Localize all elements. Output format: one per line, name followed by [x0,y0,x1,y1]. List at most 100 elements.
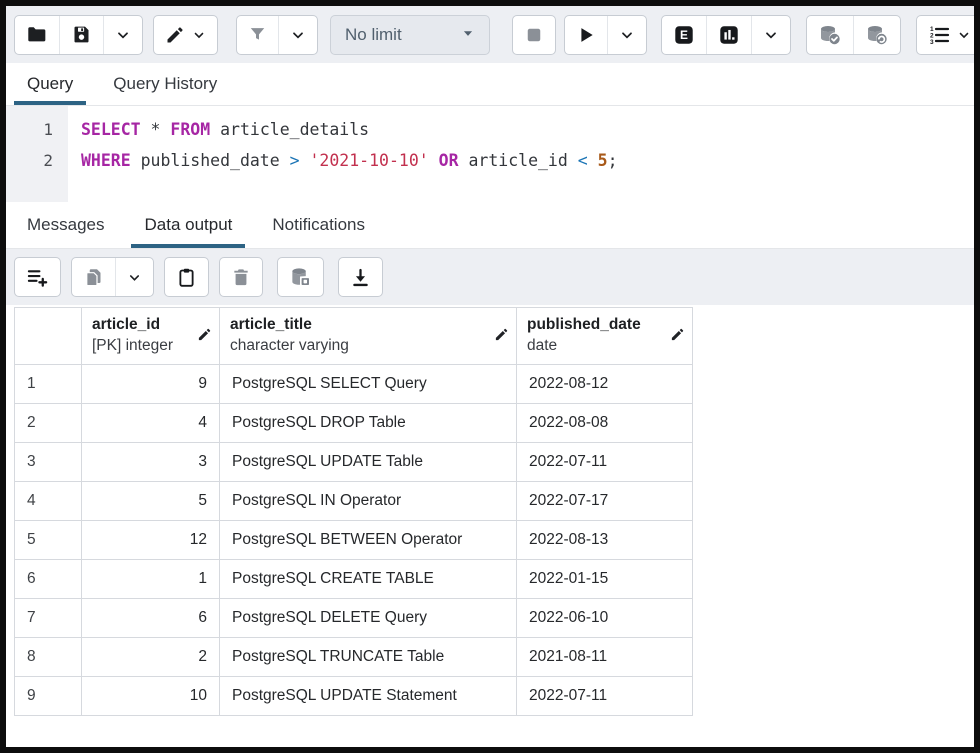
add-row-button[interactable] [15,258,60,296]
row-number-cell[interactable]: 4 [15,482,82,521]
macros-button[interactable]: 123 [917,16,980,54]
article-id-cell[interactable]: 12 [82,521,220,560]
copy-button[interactable] [72,258,115,296]
article-id-cell[interactable]: 2 [82,638,220,677]
line-number: 2 [6,145,53,176]
article-title-cell[interactable]: PostgreSQL UPDATE Statement [220,677,517,716]
article-id-cell[interactable]: 4 [82,404,220,443]
paste-icon [176,267,197,288]
tab-query[interactable]: Query [14,63,86,105]
execute-dropdown-button[interactable] [607,16,646,54]
column-header-published-date[interactable]: published_date date [517,308,693,365]
article-title-cell[interactable]: PostgreSQL CREATE TABLE [220,560,517,599]
edit-dropdown-button[interactable] [154,16,217,54]
row-number-cell[interactable]: 1 [15,365,82,404]
published-date-cell[interactable]: 2022-01-15 [517,560,693,599]
row-number-cell[interactable]: 2 [15,404,82,443]
save-dropdown-button[interactable] [103,16,142,54]
article-title-cell[interactable]: PostgreSQL DROP Table [220,404,517,443]
edit-column-button[interactable] [197,327,212,345]
stop-button[interactable] [513,16,555,54]
edit-column-button[interactable] [494,327,509,345]
published-date-cell[interactable]: 2022-07-11 [517,443,693,482]
line-number: 1 [6,114,53,145]
article-title-cell[interactable]: PostgreSQL TRUNCATE Table [220,638,517,677]
article-id-cell[interactable]: 3 [82,443,220,482]
save-file-button[interactable] [59,16,103,54]
published-date-cell[interactable]: 2021-08-11 [517,638,693,677]
row-number-cell[interactable]: 8 [15,638,82,677]
edit-column-button[interactable] [670,327,685,345]
row-number-cell[interactable]: 6 [15,560,82,599]
table-row: 1 9 PostgreSQL SELECT Query 2022-08-12 [15,365,693,404]
article-title-cell[interactable]: PostgreSQL BETWEEN Operator [220,521,517,560]
sql-code-area[interactable]: SELECT * FROM article_details WHERE publ… [68,106,974,202]
published-date-cell[interactable]: 2022-08-13 [517,521,693,560]
explain-analyze-button[interactable] [706,16,751,54]
editor-tab-bar: Query Query History [6,63,974,106]
tab-query-history[interactable]: Query History [100,63,230,105]
sql-token: '2021-10-10' [310,151,429,170]
grid-body: 1 9 PostgreSQL SELECT Query 2022-08-12 2… [15,365,693,716]
article-id-cell[interactable]: 6 [82,599,220,638]
published-date-cell[interactable]: 2022-07-11 [517,677,693,716]
chevron-down-icon [957,28,971,42]
execute-button[interactable] [565,16,607,54]
article-id-cell[interactable]: 9 [82,365,220,404]
row-number-cell[interactable]: 7 [15,599,82,638]
filter-button[interactable] [237,16,278,54]
macro-button-group: 123 [916,15,980,55]
svg-text:3: 3 [930,39,934,46]
open-file-button[interactable] [15,16,59,54]
filter-icon [248,25,267,44]
article-id-cell[interactable]: 1 [82,560,220,599]
article-id-cell[interactable]: 10 [82,677,220,716]
save-data-button[interactable] [278,258,323,296]
article-id-cell[interactable]: 5 [82,482,220,521]
article-title-cell[interactable]: PostgreSQL SELECT Query [220,365,517,404]
tab-notifications-label: Notifications [272,215,365,235]
svg-text:E: E [680,28,688,42]
article-title-cell[interactable]: PostgreSQL DELETE Query [220,599,517,638]
tab-notifications[interactable]: Notifications [259,202,378,248]
download-group [338,257,383,297]
paste-button[interactable] [165,258,208,296]
explain-dropdown-button[interactable] [751,16,790,54]
commit-icon [818,23,842,47]
filter-dropdown-button[interactable] [278,16,317,54]
grid-header-row: article_id [PK] integer article_title ch… [15,308,693,365]
published-date-cell[interactable]: 2022-08-12 [517,365,693,404]
published-date-cell[interactable]: 2022-08-08 [517,404,693,443]
column-type: [PK] integer [92,336,193,357]
rollback-button[interactable] [853,16,900,54]
grid-corner-cell[interactable] [15,308,82,365]
tab-data-output[interactable]: Data output [131,202,245,248]
download-button[interactable] [339,258,382,296]
commit-button[interactable] [807,16,853,54]
row-number-cell[interactable]: 5 [15,521,82,560]
published-date-cell[interactable]: 2022-06-10 [517,599,693,638]
article-title-cell[interactable]: PostgreSQL IN Operator [220,482,517,521]
save-data-icon [289,266,312,289]
copy-dropdown-button[interactable] [115,258,153,296]
line-number-gutter: 1 2 [6,106,68,202]
delete-row-button[interactable] [220,258,262,296]
sql-token: WHERE [81,151,131,170]
file-button-group [14,15,143,55]
explain-button[interactable]: E [662,16,706,54]
sql-line-2: WHERE published_date > '2021-10-10' OR a… [81,145,974,176]
article-title-cell[interactable]: PostgreSQL UPDATE Table [220,443,517,482]
row-limit-select[interactable]: No limit [330,15,490,55]
sql-line-1: SELECT * FROM article_details [81,114,974,145]
column-header-article-title[interactable]: article_title character varying [220,308,517,365]
data-output-grid: article_id [PK] integer article_title ch… [6,305,974,716]
tab-messages[interactable]: Messages [14,202,117,248]
paste-group [164,257,209,297]
sql-editor[interactable]: 1 2 SELECT * FROM article_details WHERE … [6,106,974,202]
table-row: 3 3 PostgreSQL UPDATE Table 2022-07-11 [15,443,693,482]
row-number-cell[interactable]: 9 [15,677,82,716]
copy-icon [83,267,104,288]
column-header-article-id[interactable]: article_id [PK] integer [82,308,220,365]
row-number-cell[interactable]: 3 [15,443,82,482]
published-date-cell[interactable]: 2022-07-17 [517,482,693,521]
